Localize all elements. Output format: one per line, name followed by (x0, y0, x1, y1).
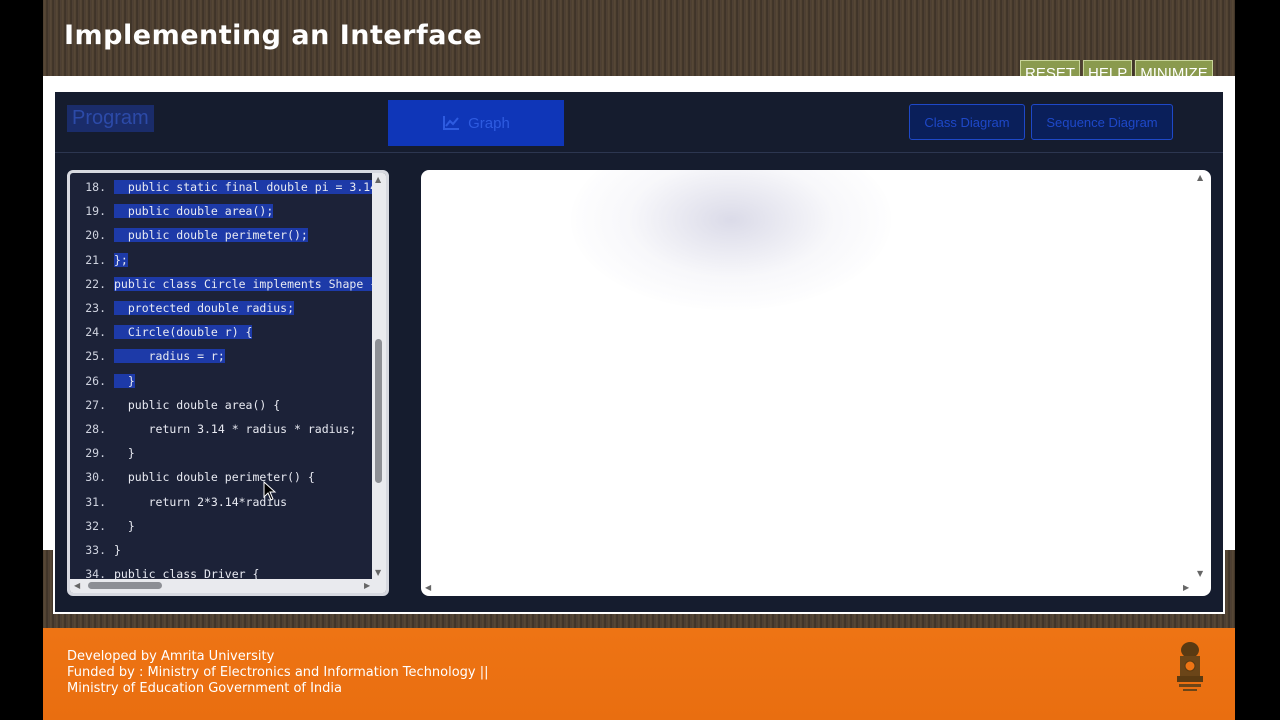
line-number: 20. (85, 228, 106, 243)
code-text: return 3.14 * radius * radius; (114, 422, 357, 436)
code-line: 25. radius = r; (70, 346, 225, 366)
class-diagram-button[interactable]: Class Diagram (909, 104, 1025, 140)
header: Implementing an Interface RESET HELP MIN… (43, 0, 1235, 88)
line-number: 22. (85, 276, 106, 291)
code-line: 27. public double area() { (70, 395, 280, 415)
scroll-right-icon[interactable]: ▶ (364, 582, 370, 590)
code-text: } (114, 518, 135, 533)
canvas-scroll-up-icon[interactable]: ▲ (1197, 174, 1203, 182)
line-number: 21. (85, 252, 106, 267)
code-text: public double perimeter(); (114, 228, 308, 243)
code-text: public double perimeter() { (114, 470, 315, 485)
code-line: 20. public double perimeter(); (70, 225, 308, 245)
vertical-scrollbar[interactable]: ▲ ▼ (372, 173, 386, 579)
footer-text: Developed by Amrita University Funded by… (67, 649, 489, 697)
code-line: 23. protected double radius; (70, 298, 295, 318)
code-lines: 18. public static final double pi = 3.14… (70, 173, 385, 581)
simulation-panel: Program Graph Class Diagram Sequence Dia… (53, 90, 1225, 614)
code-line: 32. } (70, 516, 135, 536)
code-text: protected double radius; (114, 301, 295, 315)
code-text: } (114, 446, 135, 461)
toolbar: Program Graph Class Diagram Sequence Dia… (55, 92, 1223, 153)
line-number: 19. (85, 204, 106, 219)
code-line: 30. public double perimeter() { (70, 467, 315, 487)
line-number: 24. (85, 325, 106, 340)
footer-funding: Funded by : Ministry of Electronics and … (67, 665, 489, 680)
code-text: }; (114, 252, 128, 267)
code-line: 22. public class Circle implements Shape … (70, 274, 378, 294)
code-text: public double area(); (114, 204, 274, 219)
scroll-up-icon[interactable]: ▲ (375, 176, 381, 184)
code-text: public double area() { (114, 397, 281, 412)
code-text: public class Circle implements Shape { (114, 276, 378, 291)
code-text: radius = r; (114, 349, 225, 364)
line-number: 26. (85, 373, 106, 388)
scroll-down-icon[interactable]: ▼ (375, 569, 381, 577)
code-line: 31. return 2*3.14*radius (70, 492, 287, 512)
national-emblem-icon (1177, 642, 1203, 691)
code-line: 19. public double area(); (70, 201, 274, 221)
line-number: 32. (85, 518, 106, 533)
line-number: 23. (85, 301, 106, 315)
line-number: 18. (85, 180, 106, 194)
line-number: 33. (85, 543, 106, 557)
sequence-diagram-button[interactable]: Sequence Diagram (1031, 104, 1173, 140)
canvas-scroll-right-icon[interactable]: ▶ (1183, 584, 1189, 592)
canvas-scroll-left-icon[interactable]: ◀ (425, 584, 431, 592)
program-tab[interactable]: Program (67, 105, 154, 132)
graph-canvas[interactable]: ▲ ▼ ◀ ▶ (421, 170, 1211, 596)
code-text: public static final double pi = 3.14; (114, 180, 385, 194)
mouse-cursor-icon (263, 481, 277, 501)
code-text: } (114, 373, 135, 388)
code-line: 33.} (70, 540, 121, 560)
line-number: 30. (85, 470, 106, 485)
code-viewer[interactable]: 18. public static final double pi = 3.14… (67, 170, 389, 596)
code-line: 29. } (70, 443, 135, 463)
line-number: 25. (85, 349, 106, 364)
content-area: Program Graph Class Diagram Sequence Dia… (43, 76, 1235, 614)
code-text: } (114, 543, 121, 557)
canvas-glow (571, 170, 891, 310)
scroll-left-icon[interactable]: ◀ (74, 582, 80, 590)
chart-line-icon (443, 116, 460, 130)
horizontal-scrollbar[interactable]: ◀ ▶ (70, 579, 386, 593)
code-line: 21.}; (70, 250, 128, 270)
line-number: 29. (85, 446, 106, 461)
line-number: 31. (85, 494, 106, 509)
canvas-scroll-down-icon[interactable]: ▼ (1197, 570, 1203, 578)
code-text: Circle(double r) { (114, 325, 253, 340)
line-number: 28. (85, 422, 106, 436)
line-number: 27. (85, 397, 106, 412)
code-line: 24. Circle(double r) { (70, 322, 253, 342)
graph-button-label: Graph (468, 114, 510, 132)
code-line: 28. return 3.14 * radius * radius; (70, 419, 356, 439)
code-text: return 2*3.14*radius (114, 494, 288, 509)
code-line: 26. } (70, 371, 135, 391)
page-title: Implementing an Interface (64, 20, 483, 51)
graph-button[interactable]: Graph (388, 100, 564, 146)
app-frame: Implementing an Interface RESET HELP MIN… (43, 0, 1235, 720)
vertical-scroll-thumb[interactable] (375, 339, 382, 483)
footer-developer: Developed by Amrita University (67, 649, 275, 664)
code-line: 18. public static final double pi = 3.14… (70, 177, 385, 197)
horizontal-scroll-thumb[interactable] (88, 582, 162, 589)
footer: Developed by Amrita University Funded by… (43, 628, 1235, 720)
footer-ministry: Ministry of Education Government of Indi… (67, 681, 343, 696)
